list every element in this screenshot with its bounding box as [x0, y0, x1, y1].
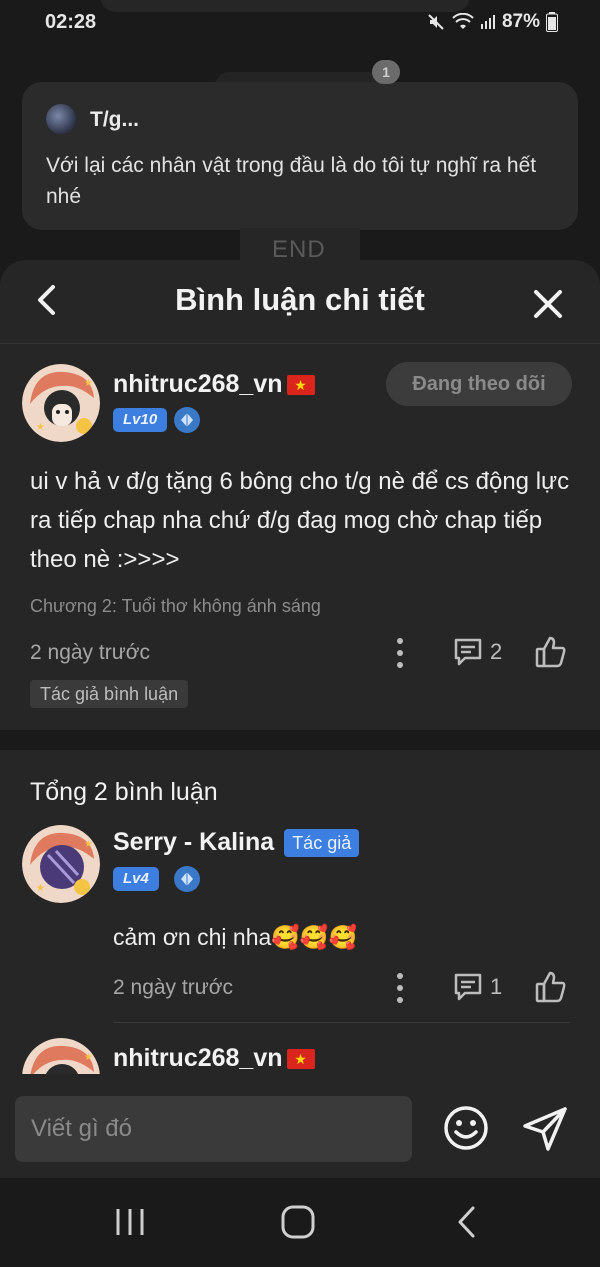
svg-text:★: ★ [36, 422, 45, 433]
back-arrow-icon [458, 1206, 475, 1238]
avatar[interactable]: ★ ★ [22, 825, 100, 903]
comment-time: 2 ngày trước [30, 641, 151, 664]
comment-text: ui v hả v đ/g tặng 6 bông cho t/g nè để … [30, 468, 570, 573]
comment-input[interactable] [15, 1096, 412, 1162]
mute-icon [428, 14, 444, 30]
vietnam-flag-icon [286, 1048, 315, 1069]
like-icon[interactable] [534, 970, 568, 1004]
more-options-icon[interactable] [392, 973, 408, 1003]
reply-button[interactable]: 1 [452, 971, 502, 1003]
reply-username[interactable]: Serry - Kalina Tác giả [113, 828, 360, 857]
total-comments-label: Tổng 2 bình luận [30, 778, 218, 806]
svg-text:★: ★ [84, 839, 93, 850]
svg-text:★: ★ [36, 883, 45, 894]
recent-apps-icon [116, 1209, 144, 1235]
follow-button[interactable]: Đang theo dõi [386, 362, 572, 406]
comment-input-bar [0, 1074, 600, 1178]
reader-background: 02:28 87% T/g... Với lại các nhân vật tr… [0, 0, 600, 300]
battery-percent: 87% [501, 11, 540, 32]
reply-count: 2 [490, 639, 503, 664]
home-button[interactable] [276, 1200, 320, 1244]
home-icon [281, 1205, 315, 1239]
like-icon[interactable] [534, 635, 568, 669]
avatar [46, 104, 76, 134]
status-notch [100, 0, 470, 12]
more-options-icon[interactable] [392, 638, 408, 668]
bg-comment-card: T/g... Với lại các nhân vật trong đầu là… [22, 82, 578, 230]
close-icon [534, 290, 562, 318]
reply-text: cảm ơn chị nha🥰🥰🥰 [113, 924, 358, 950]
bg-card-author: T/g... [90, 108, 139, 131]
comment-icon [454, 638, 482, 666]
author-commented-tag: Tác giả bình luận [30, 680, 189, 708]
sheet-header: Bình luận chi tiết [0, 260, 600, 344]
username-text: nhitruc268_vn [113, 1044, 283, 1072]
status-time: 02:28 [45, 11, 97, 33]
bg-card-text: Với lại các nhân vật trong đầu là do tôi… [46, 154, 537, 208]
reply-button[interactable]: 2 [452, 636, 502, 668]
close-button[interactable] [526, 282, 570, 326]
recent-apps-button[interactable] [108, 1200, 152, 1244]
send-icon[interactable] [520, 1104, 570, 1154]
comment-username[interactable]: nhitruc268_vn [113, 370, 315, 399]
wifi-icon [452, 13, 474, 29]
reply-time: 2 ngày trước [113, 976, 234, 999]
section-divider [0, 730, 600, 750]
page-title: Bình luận chi tiết [175, 282, 425, 317]
comment-detail-sheet: Bình luận chi tiết ★ ★ nhitruc268_vn Lv1… [0, 260, 600, 1180]
author-badge: Tác giả [284, 828, 360, 857]
chapter-link[interactable]: Chương 2: Tuổi thơ không ánh sáng [30, 596, 321, 617]
username-text: nhitruc268_vn [113, 370, 283, 398]
signal-icon [480, 15, 495, 29]
level-badge: Lv10 [113, 408, 168, 432]
svg-text:★: ★ [84, 1052, 93, 1063]
level-badge: Lv4 [113, 867, 159, 891]
username-text: Serry - Kalina [113, 828, 275, 856]
comment-icon [454, 973, 482, 1001]
battery-icon [546, 12, 558, 32]
notification-badge: 1 [372, 60, 400, 84]
system-back-button[interactable] [444, 1200, 488, 1244]
reply-divider [113, 1022, 570, 1023]
vietnam-flag-icon [286, 374, 315, 395]
gem-icon [174, 866, 200, 892]
avatar[interactable]: ★ ★ [22, 364, 100, 442]
system-nav-bar [0, 1178, 600, 1267]
reply-username[interactable]: nhitruc268_vn [113, 1044, 315, 1073]
gem-icon [174, 407, 200, 433]
svg-text:★: ★ [84, 378, 93, 389]
status-bar: 02:28 87% [0, 0, 600, 48]
emoji-icon[interactable] [442, 1104, 490, 1152]
reply-count: 1 [490, 974, 503, 999]
status-icons: 87% [426, 11, 558, 33]
